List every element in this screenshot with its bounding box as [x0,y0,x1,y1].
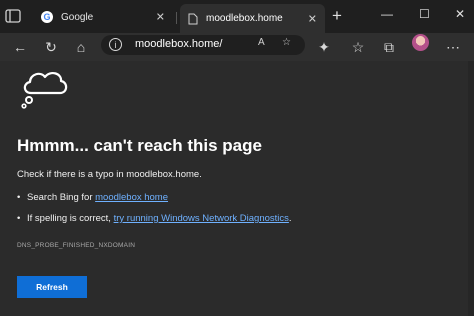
page-title: Hmmm... can't reach this page [17,136,262,155]
bullet-text: If spelling is correct, [27,213,114,224]
scrollbar[interactable] [468,61,474,316]
read-aloud-icon[interactable]: A [258,37,265,48]
bullet-dot: • [17,213,21,224]
maximize-icon[interactable]: ☐ [419,7,430,21]
list-item: • Search Bing for moodlebox home [17,192,168,203]
bing-search-link[interactable]: moodlebox home [95,192,168,203]
tab-separator [176,12,177,24]
tab-moodlebox[interactable]: moodlebox.home ✕ [180,4,325,33]
close-window-icon[interactable]: ✕ [455,7,465,21]
tab-actions-icon[interactable] [5,9,21,23]
list-item: • If spelling is correct, try running Win… [17,213,292,224]
network-diagnostics-link[interactable]: try running Windows Network Diagnostics [114,213,289,224]
back-icon[interactable]: ← [11,38,29,56]
cloud-thought-icon [21,71,68,109]
collections-icon[interactable]: ⧉ [380,38,398,56]
google-favicon-icon: G [41,11,53,23]
home-icon[interactable]: ⌂ [72,38,90,56]
close-icon[interactable]: ✕ [308,12,317,25]
refresh-button[interactable]: Refresh [17,276,87,298]
reload-icon[interactable]: ↻ [42,38,60,56]
new-tab-icon[interactable]: + [332,7,342,24]
tab-label: Google [61,11,94,23]
extensions-icon[interactable]: ✦ [315,38,333,56]
more-icon[interactable]: ⋯ [444,38,462,56]
address-url[interactable]: moodlebox.home/ [135,38,222,50]
avatar[interactable] [412,34,429,51]
check-text: Check if there is a typo in moodlebox.ho… [17,169,202,180]
error-code: DNS_PROBE_FINISHED_NXDOMAIN [17,242,136,249]
bullet-suffix: . [288,213,292,224]
tab-label: moodlebox.home [206,13,283,24]
address-bar[interactable]: i moodlebox.home/ A ☆ [101,35,305,55]
bullet-text: Search Bing for [27,192,96,203]
bullet-dot: • [17,192,21,203]
info-icon[interactable]: i [109,38,122,51]
minimize-icon[interactable]: — [381,7,393,21]
favorites-icon[interactable]: ☆ [349,38,367,56]
title-bar: G Google ✕ moodlebox.home ✕ + — ☐ ✕ [0,0,474,33]
page-icon [188,13,198,24]
close-icon[interactable]: ✕ [156,11,165,24]
tab-google[interactable]: G Google ✕ [34,5,173,29]
add-favorite-icon[interactable]: ☆ [282,37,291,48]
